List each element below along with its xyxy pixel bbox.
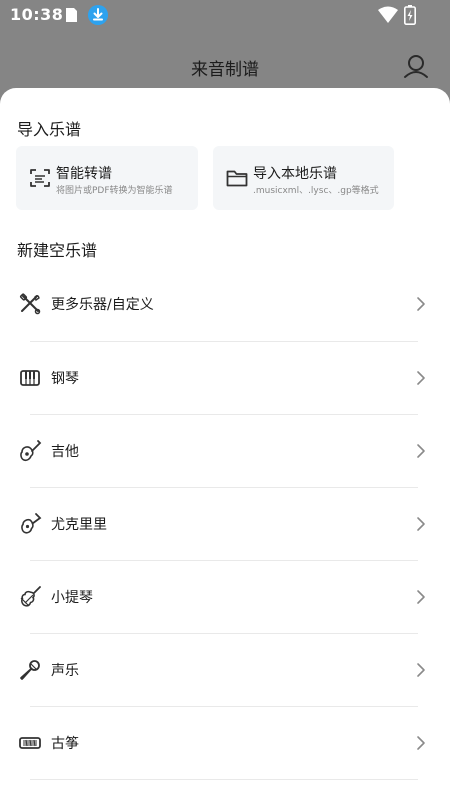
bottom-sheet: 导入乐谱 智能转谱 将图片或PDF转换为智能乐谱 导入本地乐谱 .musicxm… <box>0 88 450 800</box>
violin-icon <box>20 586 41 607</box>
instrument-item-guitar[interactable]: 吉他 <box>0 415 450 488</box>
smart-transcribe-card[interactable]: 智能转谱 将图片或PDF转换为智能乐谱 <box>16 146 198 210</box>
chevron-right-icon <box>417 371 425 385</box>
chevron-right-icon <box>417 736 425 750</box>
guzheng-icon <box>19 737 41 749</box>
status-bar: 10:38 <box>0 0 450 32</box>
import-local-card[interactable]: 导入本地乐谱 .musicxml、.lysc、.gp等格式 <box>213 146 394 210</box>
divider <box>30 779 418 780</box>
instrument-item-ukulele[interactable]: 尤克里里 <box>0 488 450 561</box>
item-label: 小提琴 <box>51 590 93 606</box>
battery-icon <box>404 5 416 25</box>
instrument-item-guzheng[interactable]: 古筝 <box>0 707 450 780</box>
chevron-right-icon <box>417 517 425 531</box>
scan-icon <box>30 169 50 187</box>
card-title: 导入本地乐谱 <box>253 166 337 182</box>
item-label: 钢琴 <box>51 371 79 387</box>
card-subtitle: .musicxml、.lysc、.gp等格式 <box>253 186 379 196</box>
item-label: 古筝 <box>51 736 79 752</box>
instrument-item-piano[interactable]: 钢琴 <box>0 342 450 415</box>
chevron-right-icon <box>417 297 425 311</box>
card-title: 智能转谱 <box>56 166 112 182</box>
instrument-item-violin[interactable]: 小提琴 <box>0 561 450 634</box>
microphone-icon <box>20 660 40 680</box>
item-label: 尤克里里 <box>51 517 107 533</box>
guitar-icon <box>20 440 42 462</box>
new-section-title: 新建空乐谱 <box>17 241 98 260</box>
instrument-item-custom[interactable]: 更多乐器/自定义 <box>0 268 450 341</box>
status-time: 10:38 <box>10 5 64 24</box>
instruments-icon <box>19 293 41 315</box>
chevron-right-icon <box>417 444 425 458</box>
profile-icon[interactable] <box>403 53 429 79</box>
import-section-title: 导入乐谱 <box>17 120 82 139</box>
chevron-right-icon <box>417 663 425 677</box>
app-bar: 来音制谱 <box>0 40 450 92</box>
chevron-right-icon <box>417 590 425 604</box>
item-label: 声乐 <box>51 663 79 679</box>
folder-icon <box>226 170 248 187</box>
wifi-icon <box>378 6 398 23</box>
ukulele-icon <box>21 513 42 534</box>
piano-icon <box>20 370 40 386</box>
card-subtitle: 将图片或PDF转换为智能乐谱 <box>56 186 173 196</box>
item-label: 吉他 <box>51 444 79 460</box>
instrument-item-vocal[interactable]: 声乐 <box>0 634 450 707</box>
download-icon <box>88 5 108 25</box>
sim-card-icon <box>66 8 77 22</box>
app-title: 来音制谱 <box>191 60 259 80</box>
item-label: 更多乐器/自定义 <box>51 297 154 313</box>
